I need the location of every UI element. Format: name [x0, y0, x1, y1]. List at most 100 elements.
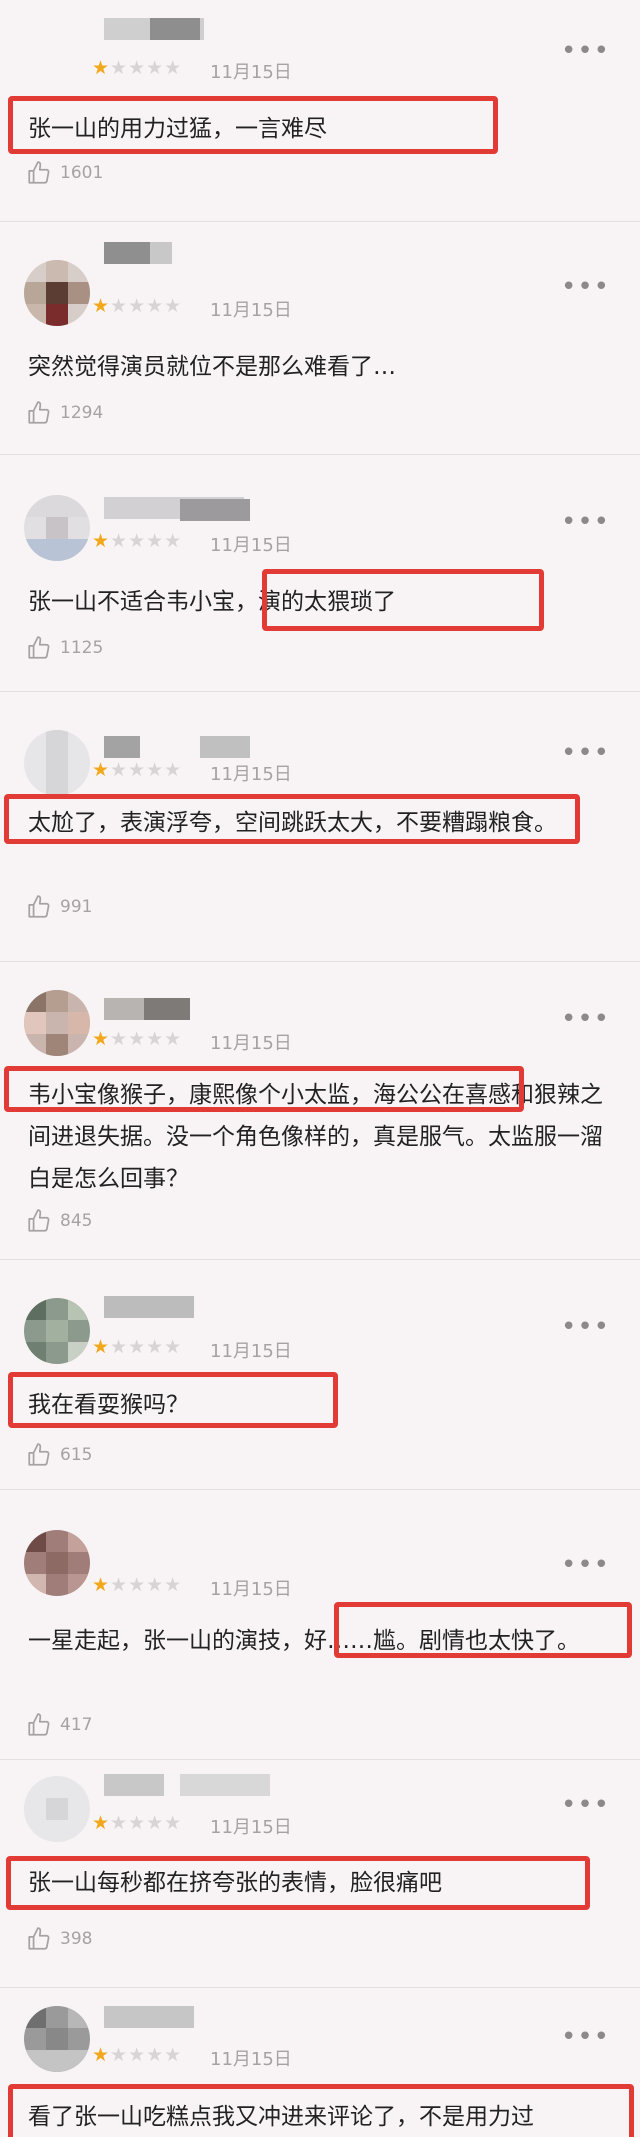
like-count: 1294 — [60, 403, 104, 423]
avatar — [24, 1530, 90, 1596]
like-count: 615 — [60, 1445, 93, 1465]
highlight-box — [4, 1066, 524, 1112]
more-options-icon[interactable]: ••• — [561, 507, 610, 537]
like-count: 1601 — [60, 163, 104, 183]
highlight-box — [4, 794, 580, 844]
comment-card: ★★★★★ 11月15日 ••• 张一山不适合韦小宝，演的太猥琐了 1125 — [0, 455, 640, 692]
like-count: 1125 — [60, 638, 104, 658]
star-icon: ★ — [92, 1028, 111, 1050]
highlight-box — [262, 569, 544, 631]
rating-stars: ★★★★★ — [92, 295, 182, 317]
star-icon: ★ — [92, 759, 111, 781]
comment-card: ★★★★★ 11月15日 ••• 太尬了，表演浮夸，空间跳跃太大，不要糟蹋粮食。… — [0, 692, 640, 962]
more-options-icon[interactable]: ••• — [561, 36, 610, 66]
more-options-icon[interactable]: ••• — [561, 1312, 610, 1342]
rating-stars: ★★★★★ — [92, 530, 182, 552]
star-icon: ★ — [92, 1336, 111, 1358]
star-icon: ★ — [92, 2044, 111, 2066]
avatar — [24, 2006, 90, 2072]
star-icon: ★★★★ — [110, 1812, 183, 1834]
thumb-up-icon — [28, 401, 50, 424]
like-count: 417 — [60, 1715, 93, 1735]
username-blurred — [200, 736, 250, 758]
comment-date: 11月15日 — [210, 2049, 292, 2070]
like-button[interactable]: 615 — [26, 1442, 92, 1468]
comment-date: 11月15日 — [210, 62, 292, 83]
comment-text: 突然觉得演员就位不是那么难看了… — [28, 354, 396, 380]
more-options-icon[interactable]: ••• — [561, 1790, 610, 1820]
comment-card: ★★★★★ 11月15日 ••• 一星走起，张一山的演技，好……尴。剧情也太快了… — [0, 1490, 640, 1760]
like-button[interactable]: 398 — [26, 1926, 92, 1952]
username-blurred — [144, 998, 190, 1020]
like-count: 991 — [60, 897, 93, 917]
comment-date: 11月15日 — [210, 1579, 292, 1600]
rating-stars: ★★★★★ — [92, 1336, 182, 1358]
thumb-up-icon — [28, 895, 50, 918]
comment-card: ★★★★★ 11月15日 ••• 我在看耍猴吗？ 615 — [0, 1260, 640, 1490]
rating-stars: ★★★★★ — [92, 2044, 182, 2066]
like-button[interactable]: 417 — [26, 1712, 92, 1738]
rating-stars: ★★★★★ — [92, 1812, 182, 1834]
rating-stars: ★★★★★ — [92, 1028, 182, 1050]
star-icon: ★★★★ — [110, 57, 183, 79]
more-options-icon[interactable]: ••• — [561, 1550, 610, 1580]
star-icon: ★★★★ — [110, 1574, 183, 1596]
like-count: 845 — [60, 1211, 93, 1231]
like-button[interactable]: 1125 — [26, 635, 103, 661]
star-icon: ★★★★ — [110, 1028, 183, 1050]
star-icon: ★★★★ — [110, 1336, 183, 1358]
like-count: 398 — [60, 1929, 93, 1949]
star-icon: ★★★★ — [110, 2044, 183, 2066]
more-options-icon[interactable]: ••• — [561, 1004, 610, 1034]
username-blurred — [104, 736, 140, 758]
thumb-up-icon — [28, 636, 50, 659]
like-button[interactable]: 1294 — [26, 400, 103, 426]
username-blurred — [104, 242, 150, 264]
rating-stars: ★★★★★ — [92, 57, 182, 79]
star-icon: ★★★★ — [110, 759, 183, 781]
avatar — [24, 990, 90, 1056]
comment-date: 11月15日 — [210, 300, 292, 321]
highlight-box — [6, 1856, 590, 1910]
username-blurred — [104, 2006, 194, 2028]
thumb-up-icon — [28, 1927, 50, 1950]
star-icon: ★ — [92, 295, 111, 317]
comment-date: 11月15日 — [210, 764, 292, 785]
comment-date: 11月15日 — [210, 1817, 292, 1838]
highlight-box — [8, 96, 498, 154]
username-blurred — [104, 998, 144, 1020]
comment-card: ★★★★★ 11月15日 ••• 韦小宝像猴子，康熙像个小太监，海公公在喜感和狠… — [0, 962, 640, 1260]
like-button[interactable]: 991 — [26, 894, 92, 920]
avatar — [24, 260, 90, 326]
avatar — [24, 730, 90, 796]
comment-date: 11月15日 — [210, 1341, 292, 1362]
more-options-icon[interactable]: ••• — [561, 2022, 610, 2052]
more-options-icon[interactable]: ••• — [561, 272, 610, 302]
more-options-icon[interactable]: ••• — [561, 738, 610, 768]
thumb-up-icon — [28, 161, 50, 184]
rating-stars: ★★★★★ — [92, 1574, 182, 1596]
star-icon: ★★★★ — [110, 295, 183, 317]
highlight-box — [8, 1372, 338, 1428]
username-blurred — [180, 499, 250, 521]
like-button[interactable]: 1601 — [26, 160, 103, 186]
avatar — [24, 1298, 90, 1364]
comment-card: ★★★★★ 11月15日 ••• 突然觉得演员就位不是那么难看了… 1294 — [0, 222, 640, 455]
username-blurred — [150, 242, 172, 264]
highlight-box — [8, 2084, 634, 2137]
comment-card: ★★★★★ 11月15日 ••• 张一山每秒都在挤夸张的表情，脸很痛吧 398 — [0, 1760, 640, 1988]
thumb-up-icon — [28, 1209, 50, 1232]
username-blurred — [104, 1774, 164, 1796]
star-icon: ★★★★ — [110, 530, 183, 552]
star-icon: ★ — [92, 530, 111, 552]
comment-date: 11月15日 — [210, 1033, 292, 1054]
highlight-box — [334, 1602, 632, 1658]
thumb-up-icon — [28, 1713, 50, 1736]
avatar — [24, 495, 90, 561]
star-icon: ★ — [92, 57, 111, 79]
thumb-up-icon — [28, 1443, 50, 1466]
comment-card: ★★★★★ 11月15日 ••• 张一山的用力过猛，一言难尽 1601 — [0, 0, 640, 222]
username-blurred — [180, 1774, 270, 1796]
rating-stars: ★★★★★ — [92, 759, 182, 781]
like-button[interactable]: 845 — [26, 1208, 92, 1234]
